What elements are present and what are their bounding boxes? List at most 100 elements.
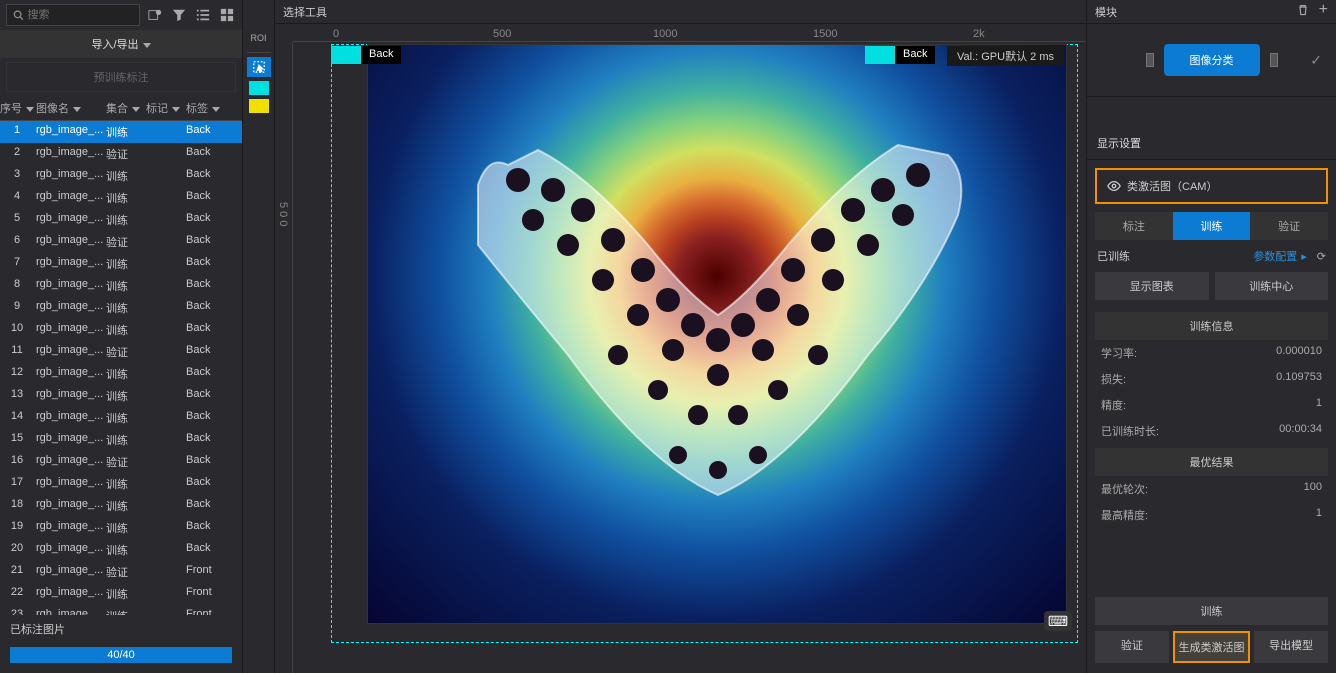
canvas-wrap: 5 0 0: [275, 42, 1086, 673]
image-filter-icon[interactable]: [146, 6, 164, 24]
eye-icon: [1107, 179, 1121, 193]
grid-icon[interactable]: [218, 6, 236, 24]
color-swatch-yellow[interactable]: [249, 99, 269, 113]
left-panel: 导入/导出 预训练标注 序号 图像名 集合 标记 标签 1rgb_image_.…: [0, 0, 243, 673]
selection-tool[interactable]: [247, 57, 271, 77]
generate-cam-button[interactable]: 生成类激活图: [1173, 631, 1251, 663]
validation-status: Val.: GPU默认 2 ms: [947, 46, 1064, 66]
divider: [247, 52, 271, 53]
col-tag[interactable]: 标签: [186, 100, 236, 116]
cam-button[interactable]: 类激活图（CAM）: [1095, 168, 1328, 204]
search-input[interactable]: [6, 4, 140, 26]
train-center-button[interactable]: 训练中心: [1215, 272, 1329, 300]
handle-right[interactable]: [1270, 53, 1278, 67]
handle-left[interactable]: [1146, 53, 1154, 67]
image-classification-button[interactable]: 图像分类: [1164, 44, 1260, 76]
tab-train[interactable]: 训练: [1173, 212, 1251, 240]
tabs: 标注 训练 验证: [1095, 212, 1328, 240]
canvas-area[interactable]: Back Back Val.: GPU默认 2 ms ⌨: [293, 42, 1086, 673]
tag-color-icon: [331, 46, 361, 64]
tool-column: ROI: [243, 0, 275, 673]
module-title: 模块: [1095, 4, 1117, 20]
search-icon: [13, 9, 24, 21]
center-panel: 选择工具 0 500 1000 1500 2k 5 0 0: [275, 0, 1086, 673]
tab-validate[interactable]: 验证: [1250, 212, 1328, 240]
table-row[interactable]: 5rgb_image_...训练Back: [0, 209, 242, 231]
color-swatch-cyan[interactable]: [249, 81, 269, 95]
table-row[interactable]: 2rgb_image_...验证Back: [0, 143, 242, 165]
pretrain-annotate-button[interactable]: 预训练标注: [6, 62, 236, 92]
col-set[interactable]: 集合: [106, 100, 146, 116]
search-row: [0, 0, 242, 30]
import-export-button[interactable]: 导入/导出: [0, 30, 242, 58]
display-settings-title: 显示设置: [1087, 127, 1336, 160]
list-icon[interactable]: [194, 6, 212, 24]
tag-pill-right: Back: [865, 46, 935, 64]
table-row[interactable]: 12rgb_image_...训练Back: [0, 363, 242, 385]
table-row[interactable]: 11rgb_image_...验证Back: [0, 341, 242, 363]
ruler-horizontal: 0 500 1000 1500 2k: [293, 24, 1086, 42]
trained-label: 已训练: [1097, 248, 1130, 264]
best-epoch: 最优轮次:100: [1087, 476, 1336, 502]
tag-color-icon: [865, 46, 895, 64]
table-row[interactable]: 10rgb_image_...训练Back: [0, 319, 242, 341]
plus-icon[interactable]: +: [1319, 4, 1328, 19]
info-loss: 损失:0.109753: [1087, 366, 1336, 392]
table-row[interactable]: 7rgb_image_...训练Back: [0, 253, 242, 275]
best-title: 最优结果: [1095, 448, 1328, 476]
table-row[interactable]: 21rgb_image_...验证Front: [0, 561, 242, 583]
search-field[interactable]: [28, 9, 133, 21]
best-acc: 最高精度:1: [1087, 502, 1336, 528]
image-preview: [367, 44, 1067, 624]
progress-text: 40/40: [10, 647, 232, 663]
param-config-link[interactable]: 参数配置▸⟳: [1253, 248, 1326, 264]
module-block: 图像分类 ✓: [1087, 24, 1336, 97]
export-model-button[interactable]: 导出模型: [1254, 631, 1328, 663]
table-row[interactable]: 4rgb_image_...训练Back: [0, 187, 242, 209]
tab-label[interactable]: 标注: [1095, 212, 1173, 240]
table-row[interactable]: 20rgb_image_...训练Back: [0, 539, 242, 561]
ruler-vertical: 5 0 0: [275, 42, 293, 673]
info-acc: 精度:1: [1087, 392, 1336, 418]
col-index[interactable]: 序号: [0, 100, 34, 116]
image-table[interactable]: 1rgb_image_...训练Back2rgb_image_...验证Back…: [0, 121, 242, 615]
show-chart-button[interactable]: 显示图表: [1095, 272, 1209, 300]
col-name[interactable]: 图像名: [34, 100, 106, 116]
col-mark[interactable]: 标记: [146, 100, 186, 116]
tag-text: Back: [361, 46, 401, 64]
info-lr: 学习率:0.000010: [1087, 340, 1336, 366]
bottom-buttons: 训练 验证 生成类激活图 导出模型: [1087, 591, 1336, 673]
center-header: 选择工具: [275, 0, 1086, 24]
table-row[interactable]: 9rgb_image_...训练Back: [0, 297, 242, 319]
table-row[interactable]: 19rgb_image_...训练Back: [0, 517, 242, 539]
progress-bar: 40/40: [10, 647, 232, 663]
table-row[interactable]: 18rgb_image_...训练Back: [0, 495, 242, 517]
table-row[interactable]: 8rgb_image_...训练Back: [0, 275, 242, 297]
table-row[interactable]: 17rgb_image_...训练Back: [0, 473, 242, 495]
funnel-icon[interactable]: [170, 6, 188, 24]
table-header: 序号 图像名 集合 标记 标签: [0, 96, 242, 121]
table-row[interactable]: 23rgb_image_...训练Front: [0, 605, 242, 615]
trash-icon[interactable]: [1297, 4, 1309, 19]
table-row[interactable]: 1rgb_image_...训练Back: [0, 121, 242, 143]
table-row[interactable]: 3rgb_image_...训练Back: [0, 165, 242, 187]
trained-row: 已训练 参数配置▸⟳: [1087, 240, 1336, 272]
tag-text: Back: [895, 46, 935, 64]
info-time: 已训练时长:00:00:34: [1087, 418, 1336, 444]
table-row[interactable]: 15rgb_image_...训练Back: [0, 429, 242, 451]
train-button[interactable]: 训练: [1095, 597, 1328, 625]
right-panel: 模块 + 图像分类 ✓ 显示设置 类激活图（CAM） 标注 训练 验证 已训练 …: [1086, 0, 1336, 673]
validate-button[interactable]: 验证: [1095, 631, 1169, 663]
check-icon: ✓: [1310, 52, 1322, 69]
table-row[interactable]: 16rgb_image_...验证Back: [0, 451, 242, 473]
roi-tool[interactable]: ROI: [247, 28, 271, 48]
keyboard-icon[interactable]: ⌨: [1044, 611, 1072, 631]
table-row[interactable]: 22rgb_image_...训练Front: [0, 583, 242, 605]
tag-pill-left: Back: [331, 46, 401, 64]
table-row[interactable]: 14rgb_image_...训练Back: [0, 407, 242, 429]
progress-container: 40/40: [0, 643, 242, 673]
train-info-title: 训练信息: [1095, 312, 1328, 340]
labeled-count-label: 已标注图片: [0, 615, 242, 643]
table-row[interactable]: 6rgb_image_...验证Back: [0, 231, 242, 253]
table-row[interactable]: 13rgb_image_...训练Back: [0, 385, 242, 407]
